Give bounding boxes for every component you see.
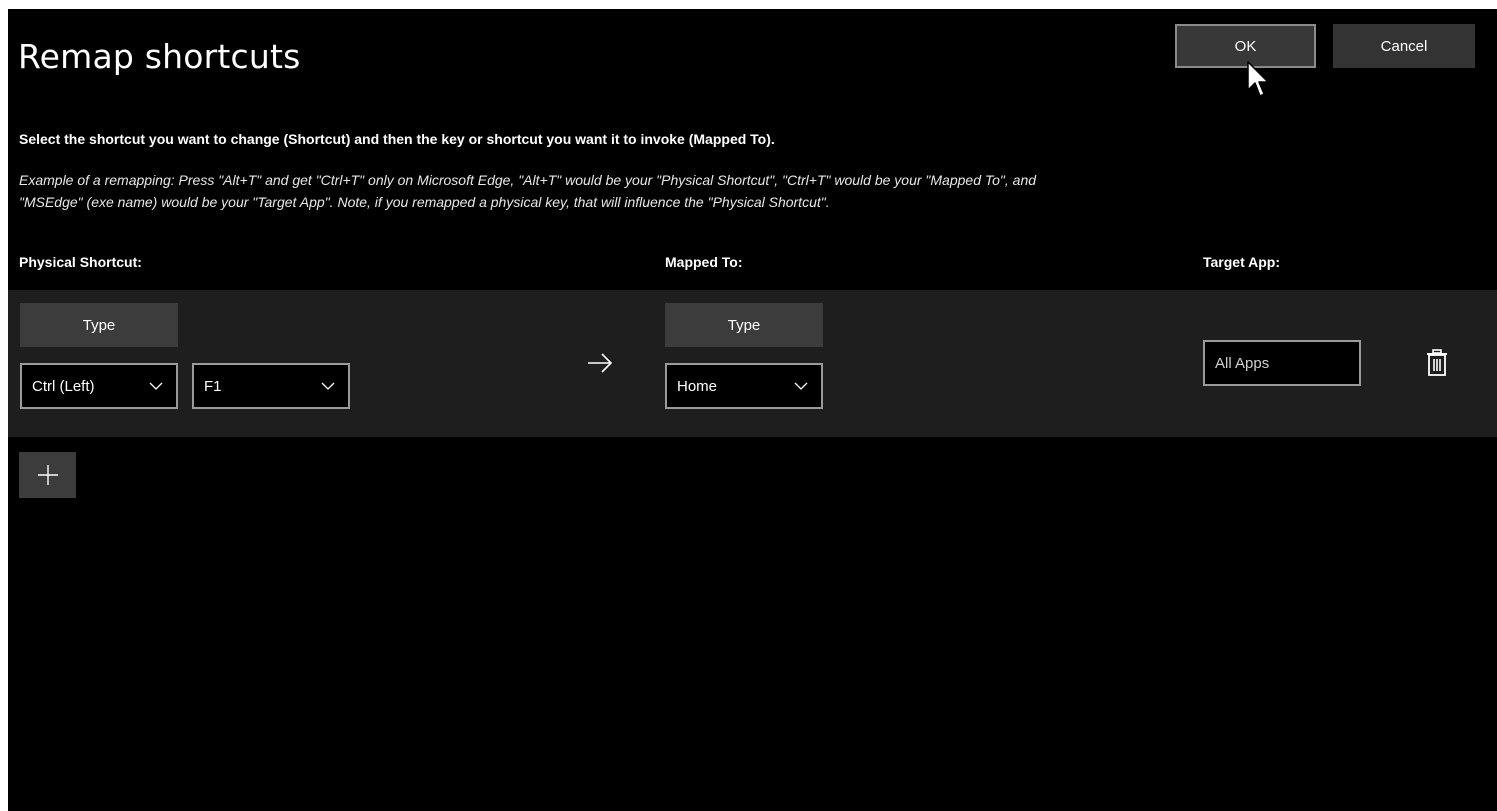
mouse-cursor-icon — [1247, 61, 1269, 97]
remap-shortcuts-window: Remap shortcuts OK Cancel Select the sho… — [8, 9, 1497, 811]
chevron-down-icon — [794, 382, 808, 390]
arrow-right-icon — [588, 353, 613, 373]
mapped-type-button[interactable]: Type — [665, 303, 823, 347]
mapped-key-dropdown[interactable]: Home — [665, 363, 823, 409]
physical-key-1-value: Ctrl (Left) — [32, 377, 95, 395]
instruction-text: Select the shortcut you want to change (… — [19, 131, 775, 147]
add-shortcut-button[interactable] — [19, 452, 76, 498]
physical-key-2-value: F1 — [204, 377, 222, 395]
mapped-key-value: Home — [677, 377, 718, 395]
target-app-header: Target App: — [1203, 254, 1280, 270]
trash-icon[interactable] — [1425, 348, 1449, 378]
page-title: Remap shortcuts — [18, 37, 301, 76]
cancel-button[interactable]: Cancel — [1333, 24, 1475, 68]
example-text: Example of a remapping: Press "Alt+T" an… — [19, 169, 1479, 213]
mapped-to-header: Mapped To: — [665, 254, 743, 270]
physical-key-dropdown-1[interactable]: Ctrl (Left) — [20, 363, 178, 409]
target-app-input[interactable]: All Apps — [1203, 340, 1361, 386]
physical-key-dropdown-2[interactable]: F1 — [192, 363, 350, 409]
chevron-down-icon — [321, 382, 335, 390]
target-app-placeholder: All Apps — [1215, 354, 1270, 372]
plus-icon — [37, 465, 58, 485]
example-line-2: "MSEdge" (exe name) would be your "Targe… — [19, 194, 830, 210]
example-line-1: Example of a remapping: Press "Alt+T" an… — [19, 172, 1037, 188]
physical-type-button[interactable]: Type — [20, 303, 178, 347]
chevron-down-icon — [149, 382, 163, 390]
physical-shortcut-header: Physical Shortcut: — [19, 254, 142, 270]
